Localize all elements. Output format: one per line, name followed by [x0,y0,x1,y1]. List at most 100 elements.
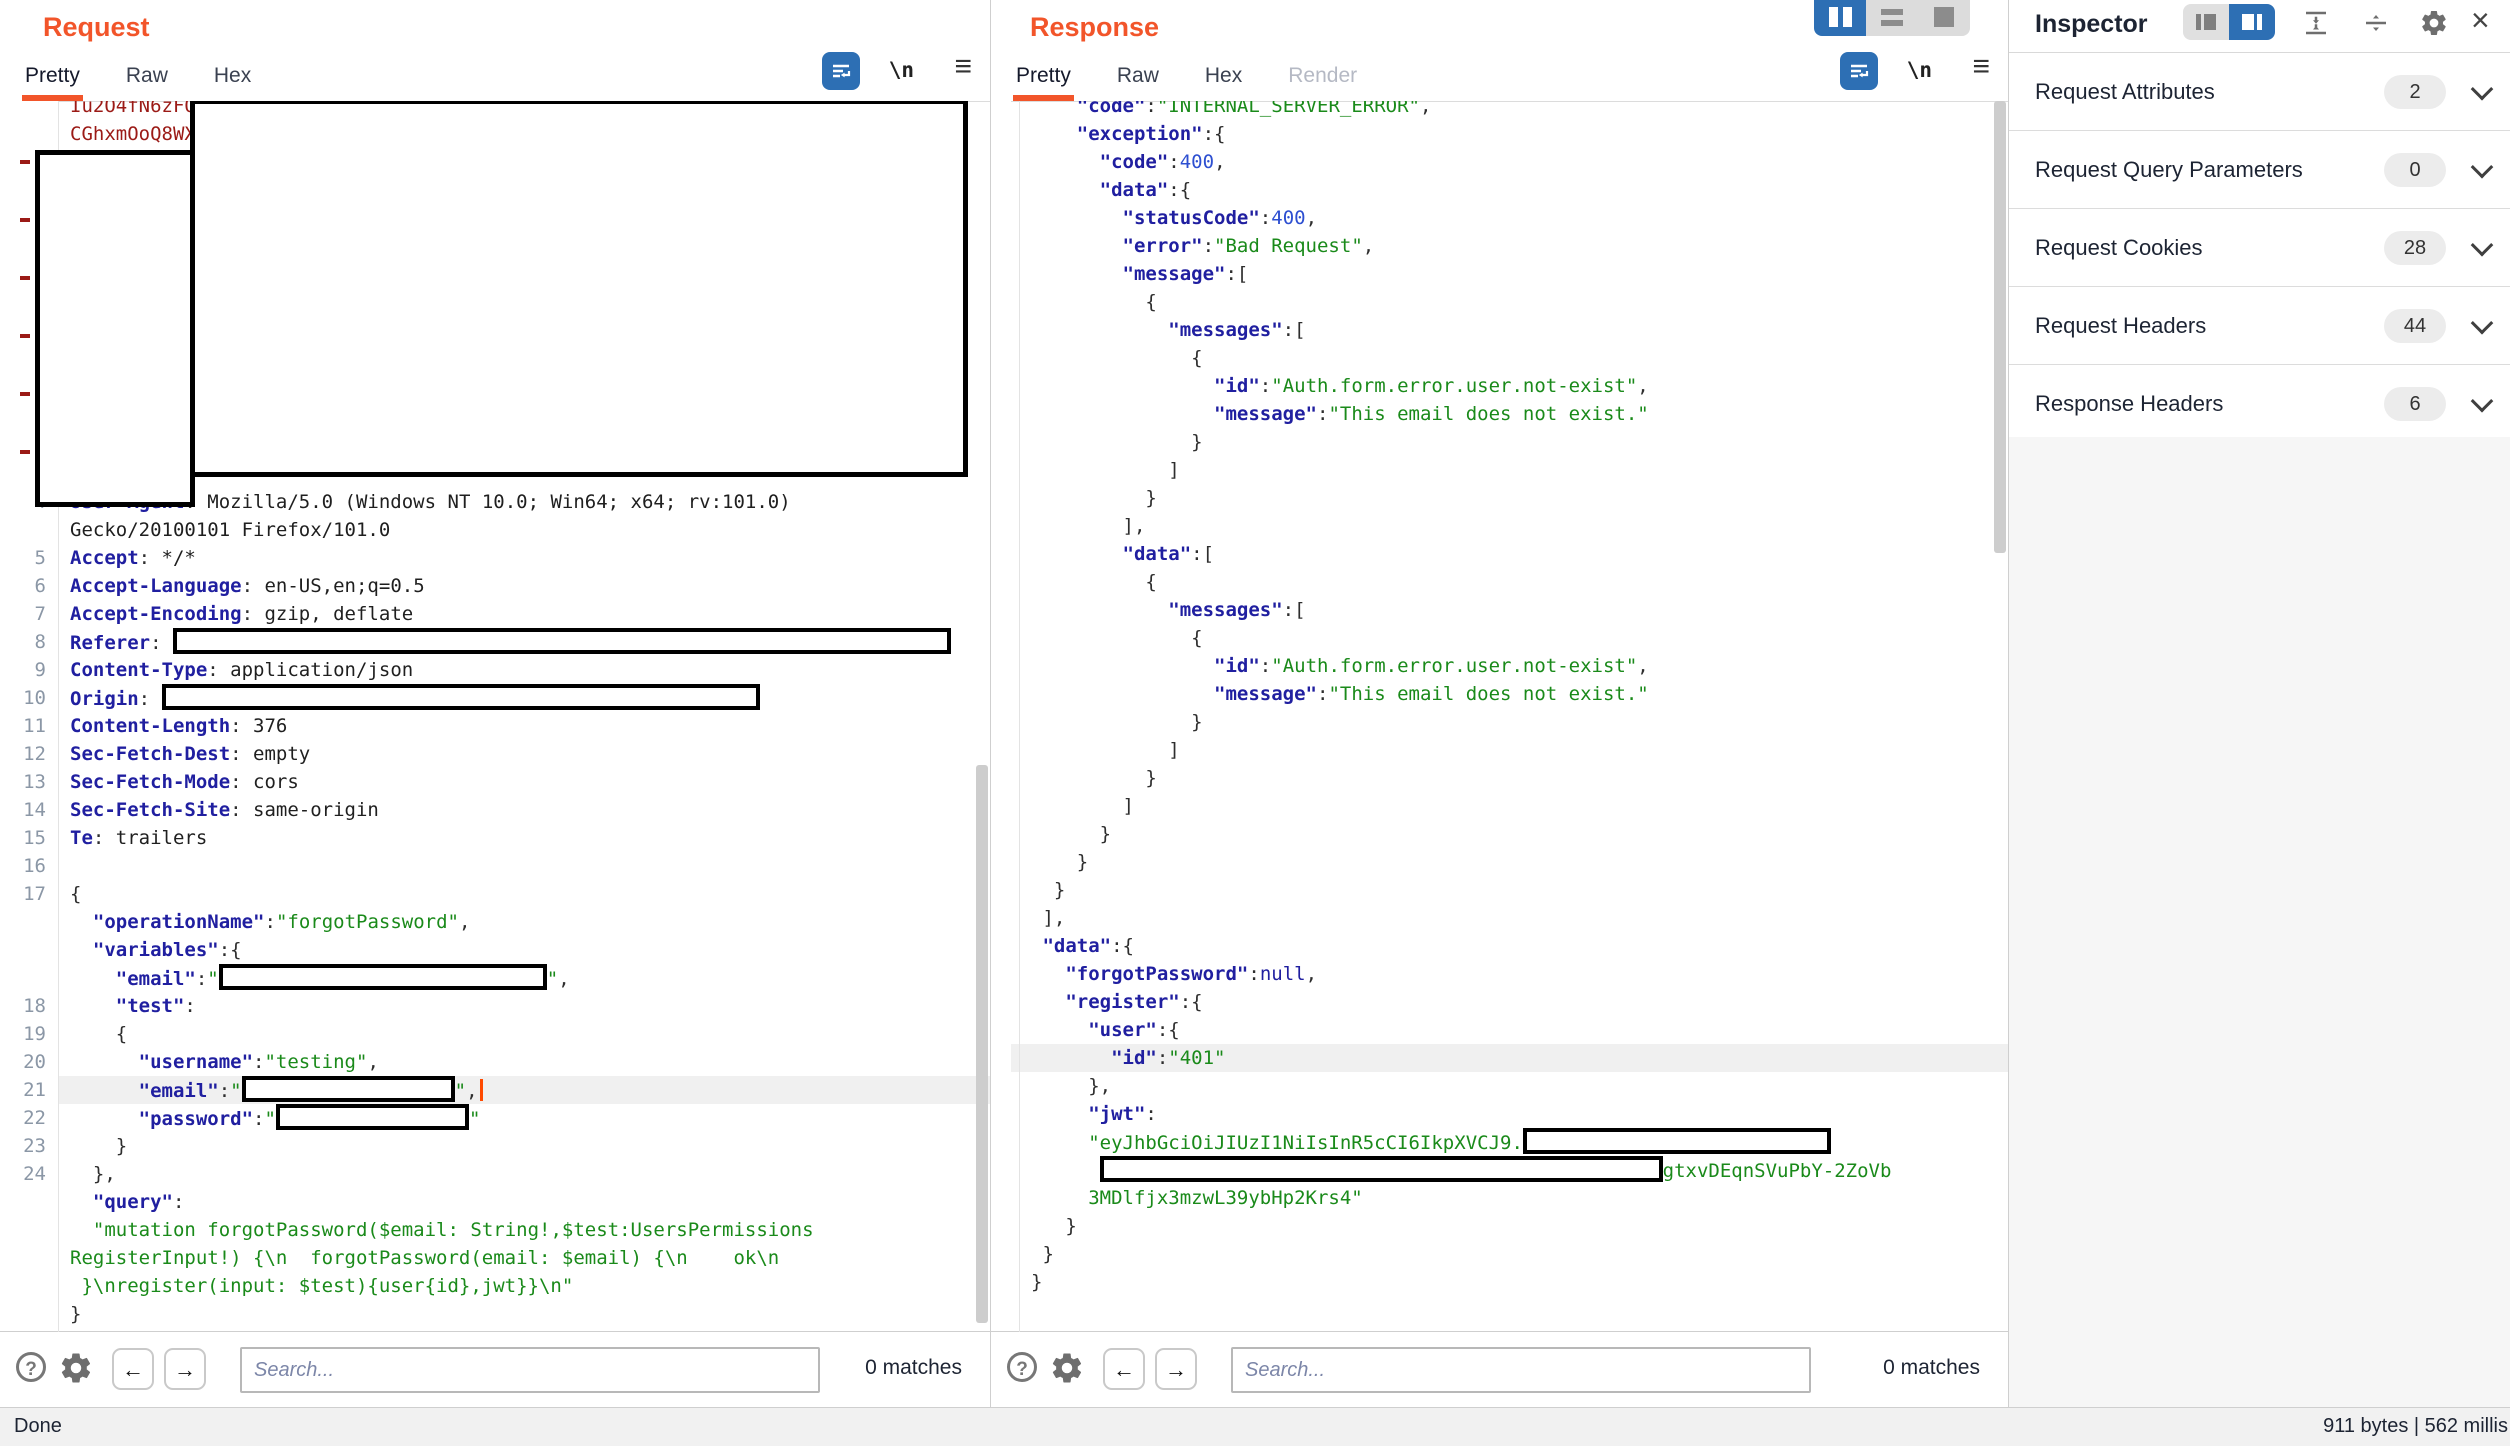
soft-wrap-icon[interactable] [1840,52,1878,90]
scrollbar-thumb[interactable] [976,765,988,1323]
count-badge: 2 [2384,75,2446,109]
line-number [991,260,1011,288]
code-line: ], [991,512,2008,540]
expand-all-icon[interactable] [2301,8,2331,38]
line-number [991,344,1011,372]
code-line: 17{ [0,880,990,908]
line-number [991,120,1011,148]
line-number: 12 [0,740,58,768]
code-line: ] [991,792,2008,820]
code-line: "message":"This email does not exist." [991,680,2008,708]
help-icon[interactable]: ? [1007,1352,1037,1382]
redacted-text-fragment [20,392,30,396]
redaction-box [1100,1156,1663,1182]
line-number [991,540,1011,568]
soft-wrap-icon[interactable] [822,52,860,90]
code-line: "jwt": [991,1100,2008,1128]
line-number [991,568,1011,596]
chevron-down-icon[interactable] [2471,311,2494,334]
code-line: 19 { [0,1020,990,1048]
layout-side-by-side-icon[interactable] [1814,0,1866,36]
line-number [0,516,58,544]
layout-stacked-icon[interactable] [1866,0,1918,36]
search-input[interactable] [240,1347,820,1393]
line-number [991,876,1011,904]
code-line: "data":[ [991,540,2008,568]
request-pane-title: Request [43,12,150,43]
code-line: "operationName":"forgotPassword", [0,908,990,936]
prev-match-button[interactable]: ← [1103,1348,1145,1390]
line-number [991,764,1011,792]
code-line: "data":{ [991,176,2008,204]
prev-match-button[interactable]: ← [112,1348,154,1390]
match-count: 0 matches [865,1356,962,1380]
line-number [991,960,1011,988]
code-line: "code":"INTERNAL_SERVER_ERROR", [991,101,2008,120]
inspector-section-request-query-parameters[interactable]: Request Query Parameters0 [2009,131,2510,209]
code-line: { [991,568,2008,596]
line-number [991,428,1011,456]
line-number [991,1072,1011,1100]
match-count: 0 matches [1883,1356,1980,1380]
request-editor[interactable]: Iu2O4fN6zFOLreqCGhxmOoQ8WXmtL44User-Agen… [0,101,990,1332]
redacted-text-fragment [20,276,30,280]
close-icon[interactable]: × [2471,2,2490,39]
line-number [991,932,1011,960]
count-badge: 0 [2384,153,2446,187]
scrollbar-thumb[interactable] [1994,101,2006,553]
code-line: 18 "test": [0,992,990,1020]
inspector-section-request-headers[interactable]: Request Headers44 [2009,287,2510,365]
editor-menu-icon[interactable]: ≡ [1972,50,1990,84]
code-line: 5Accept: */* [0,544,990,572]
collapse-all-icon[interactable] [2361,8,2391,38]
search-input[interactable] [1231,1347,1811,1393]
code-line: } [991,484,2008,512]
inspector-docked-icon[interactable] [2183,4,2229,40]
chevron-down-icon[interactable] [2471,233,2494,256]
gear-icon[interactable] [2419,8,2449,38]
next-match-button[interactable]: → [164,1348,206,1390]
code-line: }, [991,1072,2008,1100]
editor-menu-icon[interactable]: ≡ [954,50,972,84]
inspector-layout-switch[interactable] [2183,4,2275,40]
line-number: 24 [0,1160,58,1188]
code-line: 9Content-Type: application/json [0,656,990,684]
line-number: 14 [0,796,58,824]
line-number [991,1128,1011,1156]
inspector-section-response-headers[interactable]: Response Headers6 [2009,365,2510,443]
newline-toggle[interactable]: \n [1907,58,1932,82]
next-match-button[interactable]: → [1155,1348,1197,1390]
chevron-down-icon[interactable] [2471,77,2494,100]
line-number [991,904,1011,932]
line-number: 10 [0,684,58,712]
code-line: Gecko/20100101 Firefox/101.0 [0,516,990,544]
code-line: } [991,1268,2008,1296]
inspector-section-request-cookies[interactable]: Request Cookies28 [2009,209,2510,287]
response-searchbar: ? ← → 0 matches [991,1331,2008,1408]
newline-toggle[interactable]: \n [889,58,914,82]
line-number [0,1272,58,1300]
inspector-expanded-icon[interactable] [2229,4,2275,40]
chevron-down-icon[interactable] [2471,389,2494,412]
code-line: 21 "email":"", [0,1076,990,1104]
line-number [991,652,1011,680]
code-line: "messages":[ [991,316,2008,344]
line-number [991,512,1011,540]
code-line: 14Sec-Fetch-Site: same-origin [0,796,990,824]
inspector-section-request-attributes[interactable]: Request Attributes2 [2009,53,2510,131]
line-number [0,1216,58,1244]
code-line: "id":"Auth.form.error.user.not-exist", [991,652,2008,680]
line-number: 8 [0,628,58,656]
line-number [991,1044,1011,1072]
code-line: { [991,288,2008,316]
layout-single-icon[interactable] [1918,0,1970,36]
code-line: "register":{ [991,988,2008,1016]
line-number: 17 [0,880,58,908]
gear-icon[interactable] [1049,1350,1085,1386]
response-editor[interactable]: "code":"INTERNAL_SERVER_ERROR", "excepti… [991,101,2008,1332]
help-icon[interactable]: ? [16,1352,46,1382]
layout-switch[interactable] [1814,0,1970,36]
inspector-panel: Inspector × Request Attributes2Request Q… [2009,0,2510,1408]
gear-icon[interactable] [58,1350,94,1386]
chevron-down-icon[interactable] [2471,155,2494,178]
